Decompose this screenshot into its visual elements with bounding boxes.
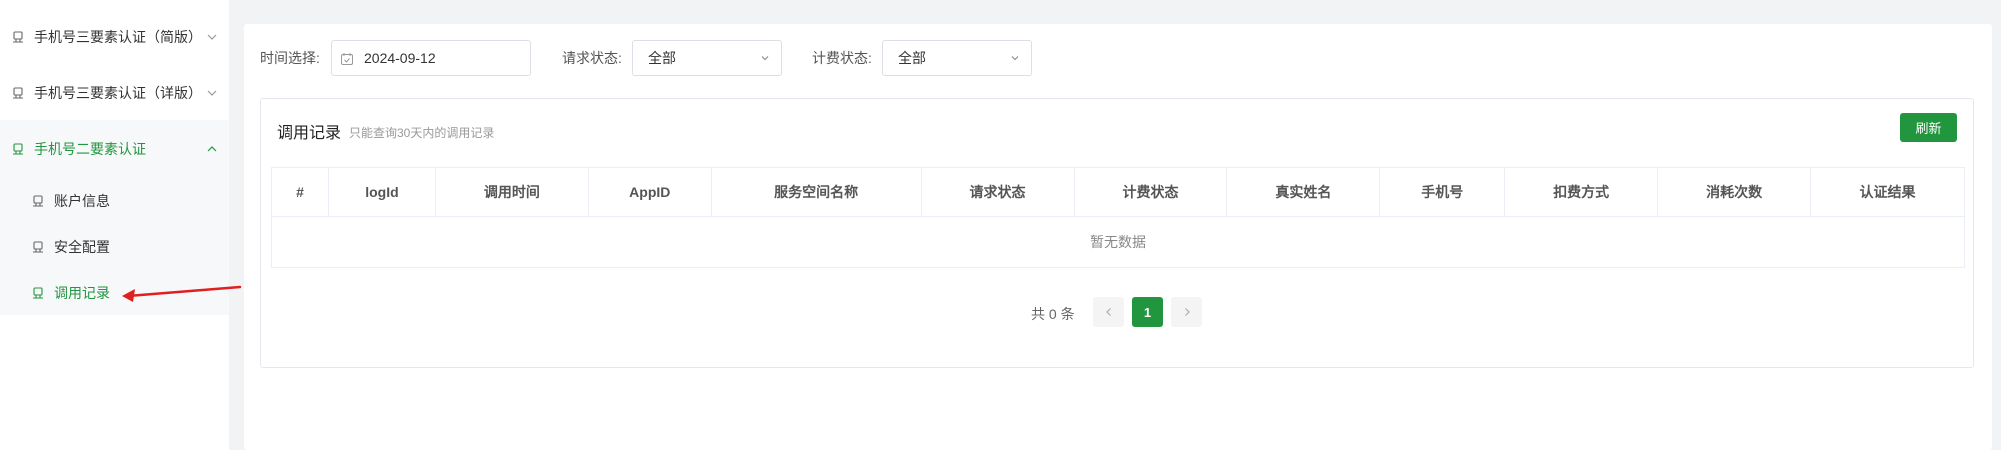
records-title: 调用记录 (277, 125, 342, 142)
records-table: # logId 调用时间 AppID 服务空间名称 请求状态 计费状态 真实姓名… (271, 167, 1965, 268)
submenu-item-security-config[interactable]: 安全配置 (0, 227, 229, 267)
chevron-down-icon (1011, 56, 1019, 61)
page-button-current[interactable]: 1 (1132, 297, 1163, 327)
chevron-down-icon (207, 90, 217, 96)
chevron-right-icon (1184, 308, 1190, 316)
refresh-button[interactable]: 刷新 (1900, 113, 1957, 142)
request-status-select[interactable]: 全部 (632, 40, 782, 76)
table-row: 暂无数据 (271, 216, 1965, 268)
sidebar: 手机号三要素认证（简版） 手机号三要素认证（详版） 手机号二要素认证 账户信息 … (0, 0, 229, 450)
prev-page-button[interactable] (1093, 297, 1124, 327)
menu-label: 手机号二要素认证 (34, 141, 146, 157)
menu-label: 调用记录 (54, 285, 110, 301)
column-header[interactable]: 调用时间 (434, 167, 589, 217)
column-header[interactable]: 认证结果 (1810, 167, 1965, 217)
total-count: 共 0 条 (1031, 306, 1075, 322)
chevron-left-icon (1105, 308, 1111, 316)
column-header[interactable]: 请求状态 (920, 167, 1075, 217)
menu-item-phone-2factor[interactable]: 手机号二要素认证 (0, 129, 229, 169)
next-page-button[interactable] (1171, 297, 1202, 327)
records-card: 调用记录 只能查询30天内的调用记录 刷新 # logId 调用时间 AppID… (260, 98, 1974, 368)
records-subtitle: 只能查询30天内的调用记录 (349, 126, 495, 140)
column-header[interactable]: 扣费方式 (1504, 167, 1659, 217)
menu-icon (31, 286, 45, 300)
request-status-value: 全部 (648, 50, 676, 66)
request-status-label: 请求状态: (562, 50, 622, 66)
menu-label: 手机号三要素认证（简版） (34, 29, 202, 45)
main-panel: 时间选择: 2024-09-12 请求状态: 全部 计费状态: 全部 调用记录 … (244, 24, 1992, 450)
table-header-row: # logId 调用时间 AppID 服务空间名称 请求状态 计费状态 真实姓名… (271, 167, 1965, 217)
submenu-item-account-info[interactable]: 账户信息 (0, 181, 229, 221)
menu-item-phone-3factor-detailed[interactable]: 手机号三要素认证（详版） (0, 73, 229, 113)
menu-label: 手机号三要素认证（详版） (34, 85, 202, 101)
column-header[interactable]: logId (327, 167, 436, 217)
column-header[interactable]: 手机号 (1379, 167, 1506, 217)
column-header[interactable]: 计费状态 (1073, 167, 1228, 217)
menu-label: 安全配置 (54, 239, 110, 255)
pagination: 共 0 条 1 (261, 297, 1975, 327)
menu-icon (11, 30, 25, 44)
billing-status-value: 全部 (898, 50, 926, 66)
empty-data-text: 暂无数据 (271, 216, 1965, 268)
filter-bar: 时间选择: 2024-09-12 请求状态: 全部 计费状态: 全部 (260, 40, 1460, 76)
menu-icon (11, 142, 25, 156)
menu-icon (11, 86, 25, 100)
annotation-arrow-icon (122, 285, 242, 302)
menu-item-phone-3factor-simple[interactable]: 手机号三要素认证（简版） (0, 17, 229, 57)
column-header[interactable]: AppID (587, 167, 712, 217)
chevron-down-icon (761, 56, 769, 61)
date-filter-label: 时间选择: (260, 50, 320, 66)
column-header[interactable]: # (271, 167, 329, 217)
column-header[interactable]: 消耗次数 (1657, 167, 1812, 217)
chevron-up-icon (207, 146, 217, 152)
menu-label: 账户信息 (54, 193, 110, 209)
menu-icon (31, 240, 45, 254)
date-picker[interactable]: 2024-09-12 (331, 40, 531, 76)
billing-status-label: 计费状态: (812, 50, 872, 66)
billing-status-select[interactable]: 全部 (882, 40, 1032, 76)
date-value: 2024-09-12 (364, 50, 436, 66)
menu-icon (31, 194, 45, 208)
chevron-down-icon (207, 34, 217, 40)
column-header[interactable]: 真实姓名 (1226, 167, 1381, 217)
calendar-icon (341, 53, 353, 65)
column-header[interactable]: 服务空间名称 (710, 167, 922, 217)
